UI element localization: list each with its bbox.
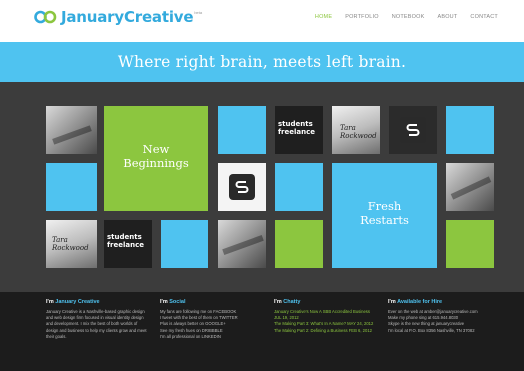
blog-post-link[interactable]: The Making Part 3: What's In A Name? MAY… [274,321,378,327]
portfolio-tile-fresh-restarts[interactable]: Fresh Restarts [332,163,437,268]
handwriting-text: Tara Rockwood [52,236,89,252]
main-nav: HOME PORTFOLIO NOTEBOOK ABOUT CONTACT [315,14,498,20]
s-logo-icon [400,117,426,143]
contact-line[interactable]: I'm local at P.O. Box 8356 Nashville, TN… [388,328,500,334]
footer-about: I'm January Creative January Creative is… [46,299,150,340]
portfolio-tile-blue[interactable] [218,106,266,154]
tagline-text: Where right brain, meets left brain. [117,53,407,71]
new-beginnings-label: New Beginnings [123,142,189,170]
footer-about-heading: I'm January Creative [46,299,100,305]
portfolio-tile-blue[interactable] [46,163,97,211]
social-link[interactable]: I'm all professional on LINKEDIN [160,334,264,340]
footer-chatty-heading: I'm Chatty [274,299,301,305]
footer-contact: I'm Available for Hire Ever on the web a… [388,299,500,334]
portfolio-tile-new-beginnings[interactable]: New Beginnings [104,106,208,211]
portfolio-tile-s-logo-dark[interactable] [389,106,437,154]
logo-mark-icon [34,10,58,24]
portfolio-tile-blue[interactable] [275,163,323,211]
portfolio-tile-photo[interactable] [46,106,97,154]
footer-social-heading: I'm Social [160,299,186,305]
logo-beta-tag: beta [194,10,203,15]
portfolio-tile-blue[interactable] [446,106,494,154]
portfolio-tile-handwriting[interactable]: Tara Rockwood [46,220,97,268]
portfolio-grid: New Beginnings students freelance Tara R… [0,82,524,292]
portfolio-tile-students-freelance[interactable]: students freelance [104,220,152,268]
nav-notebook[interactable]: NOTEBOOK [392,14,425,20]
portfolio-tile-handwriting[interactable]: Tara Rockwood [332,106,380,154]
s-logo-icon [229,174,255,200]
students-freelance-text: students freelance [278,120,315,136]
footer-about-text: January Creative is a Nashville-based gr… [46,309,147,339]
footer-chatty: I'm Chatty January Creative's Now A SBB … [274,299,378,334]
footer-contact-heading: I'm Available for Hire [388,299,443,305]
portfolio-tile-green[interactable] [446,220,494,268]
portfolio-tile-blue[interactable] [161,220,208,268]
logo[interactable]: JanuaryCreative beta [34,8,202,26]
portfolio-tile-s-logo[interactable] [218,163,266,211]
site-header: JanuaryCreative beta HOME PORTFOLIO NOTE… [0,0,524,40]
handwriting-text: Tara Rockwood [340,124,377,140]
fresh-restarts-label: Fresh Restarts [360,199,409,227]
portfolio-tile-green[interactable] [275,220,323,268]
tagline-banner: Where right brain, meets left brain. [0,42,524,82]
students-freelance-text: students freelance [107,233,144,249]
nav-about[interactable]: ABOUT [437,14,457,20]
portfolio-tile-photo[interactable] [446,163,494,211]
logo-text: JanuaryCreative [61,8,194,26]
nav-portfolio[interactable]: PORTFOLIO [345,14,378,20]
nav-contact[interactable]: CONTACT [470,14,498,20]
footer-social: I'm Social My fans are following me on F… [160,299,264,340]
blog-post-link[interactable]: January Creative's Now A SBB Accredited … [274,309,378,321]
site-footer: I'm January Creative January Creative is… [0,292,524,371]
portfolio-tile-students-freelance[interactable]: students freelance [275,106,323,154]
blog-post-link[interactable]: The Making Part 2: Defining a Business F… [274,328,378,334]
portfolio-tile-photo[interactable] [218,220,266,268]
nav-home[interactable]: HOME [315,14,332,20]
